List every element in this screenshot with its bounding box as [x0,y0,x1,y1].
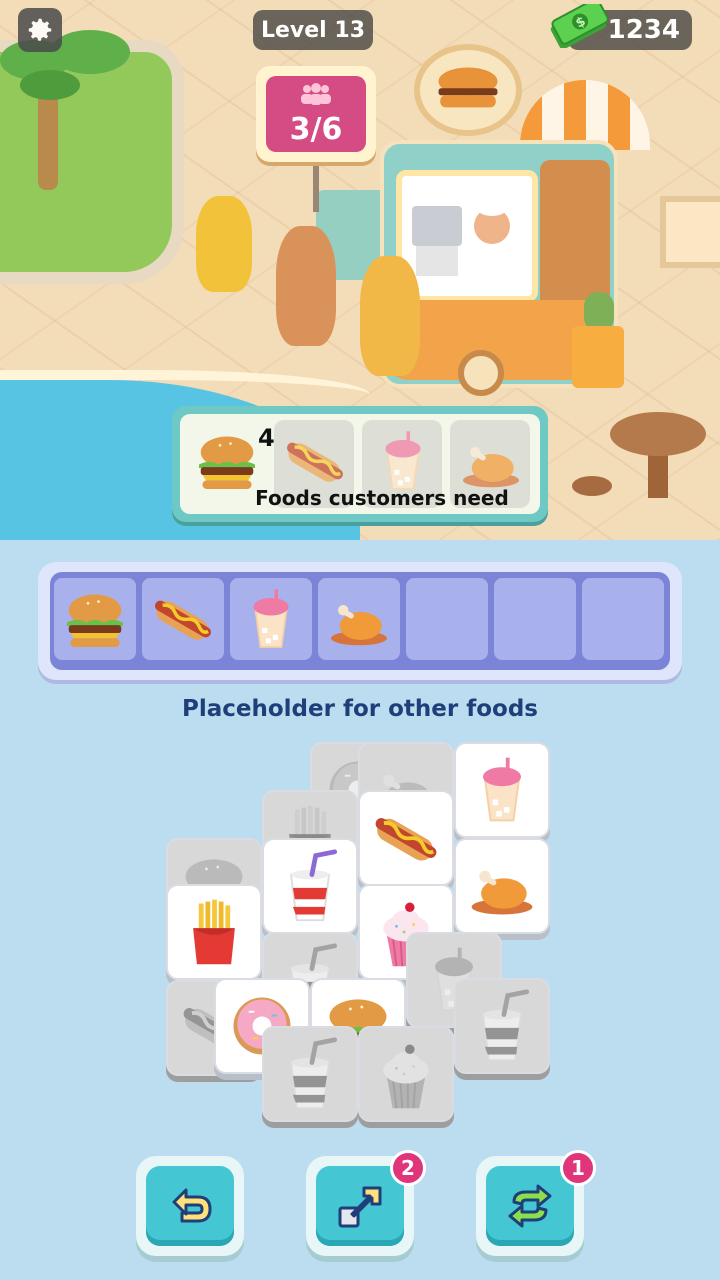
shuffle-arrows-icon [508,1184,552,1228]
food-tile-soda[interactable] [454,978,550,1074]
undo-button[interactable] [136,1156,244,1256]
shuffle-count-badge: 1 [560,1150,596,1186]
palm-leaf [20,70,80,100]
menu-board [660,196,720,268]
queue-count: 3/6 [289,112,343,147]
move-out-count-badge: 2 [390,1150,426,1186]
food-tile-soda[interactable] [262,1026,358,1122]
holding-slot[interactable] [318,578,400,660]
stool [572,476,612,496]
customer-needs-inner: 4 Foods customers need [180,414,540,514]
gear-icon [28,18,52,41]
palm-tree-icon [38,90,58,190]
customer-queue-sign: 3/6 [256,66,376,162]
food-tile-hotdog[interactable] [358,790,454,886]
move-out-button[interactable]: 2 [306,1150,426,1256]
burger-icon [67,594,123,647]
holding-slot[interactable] [142,578,224,660]
fries-icon [193,899,235,965]
side-table [610,412,706,456]
level-indicator: Level 13 [253,10,373,50]
food-tile-fries[interactable] [166,884,262,980]
customer-bird[interactable] [196,196,252,292]
move-out-button-face [316,1166,404,1246]
move-out-arrow-icon [338,1186,382,1228]
soda-icon [481,989,530,1062]
holding-slot[interactable] [54,578,136,660]
people-icon [266,82,366,112]
cash-amount: 1234 [607,15,680,45]
bubble-tea-icon [253,589,289,648]
customer-needs-label: Foods customers need [255,486,509,510]
customer-needs-panel: 4 Foods customers need [172,406,548,522]
shuffle-button[interactable]: 1 [476,1150,596,1256]
customer-fox[interactable] [360,256,420,376]
holding-slot[interactable] [406,578,488,660]
soda-icon [289,1037,338,1110]
sign-pole [313,162,319,212]
palm-leaf [50,30,130,74]
food-tile-soda[interactable] [262,838,358,934]
undo-button-face [146,1166,234,1246]
need-count: 4 [258,424,275,452]
cupcake-icon [383,1044,429,1109]
cart-wheel [458,350,504,396]
food-tile-bubble-tea[interactable] [454,742,550,838]
food-tile-roast-chicken[interactable] [454,838,550,934]
soda-icon [289,849,338,922]
roast-chicken-icon [471,870,533,915]
cash-stack-icon: $ [550,4,608,48]
burger-sign-icon [414,44,522,136]
food-tile-cupcake[interactable] [358,1026,454,1122]
hotdog-icon [375,818,437,861]
customer-cat[interactable] [276,226,336,346]
holding-bar-inner [50,572,670,670]
settings-button[interactable] [18,8,62,52]
flower-pot [572,326,624,388]
holding-bar [38,562,682,680]
roast-chicken-icon [331,605,387,646]
queue-panel: 3/6 [266,76,366,152]
bubble-tea-icon [483,757,521,822]
holding-slot[interactable] [230,578,312,660]
holding-slot[interactable] [494,578,576,660]
chef-icon [412,192,510,280]
holding-bar-label: Placeholder for other foods [181,696,538,722]
shuffle-button-face [486,1166,574,1246]
undo-arrow-icon [172,1188,212,1223]
holding-slot[interactable] [582,578,664,660]
hotdog-icon [155,600,211,640]
